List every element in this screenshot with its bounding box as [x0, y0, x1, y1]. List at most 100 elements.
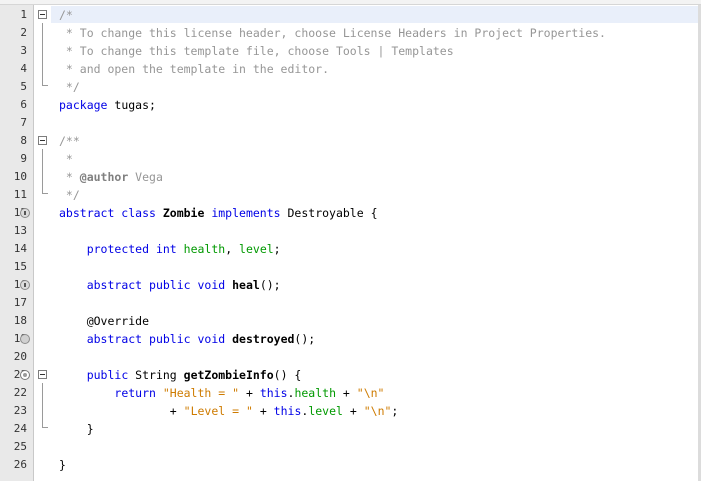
code-line[interactable]: 22 return "Health = " + this.health + "\… — [0, 384, 701, 402]
line-number[interactable]: 5 — [0, 78, 27, 96]
code-token: ; — [273, 242, 281, 256]
code-line[interactable]: 19 abstract public void destroyed(); — [0, 330, 701, 348]
code-token: Vega — [128, 170, 163, 184]
fold-guide — [42, 23, 43, 85]
line-number[interactable]: 6 — [0, 96, 27, 114]
code-token: Destroyable { — [287, 206, 378, 220]
code-line[interactable]: 10 * @author Vega — [0, 168, 701, 186]
code-token: level — [308, 404, 343, 418]
code-token: + — [239, 386, 260, 400]
code-text: * @author Vega — [59, 168, 163, 186]
code-line[interactable]: 17 — [0, 294, 701, 312]
code-token: level — [239, 242, 274, 256]
implements-icon[interactable] — [20, 280, 30, 290]
code-line[interactable]: 14 protected int health, level; — [0, 240, 701, 258]
code-line[interactable]: 16 abstract public void heal(); — [0, 276, 701, 294]
line-number[interactable]: 10 — [0, 168, 27, 186]
code-line[interactable]: 6 package tugas; — [0, 96, 701, 114]
code-token: + — [252, 404, 274, 418]
code-line[interactable]: 23 + "Level = " + this.level + "\n"; — [0, 402, 701, 420]
line-number[interactable]: 23 — [0, 402, 27, 420]
code-token: } — [59, 458, 66, 472]
code-line[interactable]: 11 */ — [0, 186, 701, 204]
code-line[interactable]: 1 /* — [0, 6, 701, 24]
code-line[interactable]: 25 — [0, 438, 701, 456]
code-token: @Override — [59, 314, 150, 328]
override-icon[interactable] — [20, 370, 30, 380]
code-token: * and open the template in the editor. — [59, 62, 330, 76]
code-line[interactable]: 13 — [0, 222, 701, 240]
line-number[interactable]: 18 — [0, 312, 27, 330]
line-number[interactable]: 8 — [0, 132, 27, 150]
line-number[interactable]: 17 — [0, 294, 27, 312]
code-line[interactable]: 26} — [0, 456, 701, 474]
line-number[interactable]: 15 — [0, 258, 27, 276]
code-text: * — [59, 150, 73, 168]
code-token: this — [273, 404, 302, 418]
code-token: String — [135, 368, 184, 382]
editor-top-strip — [0, 0, 701, 5]
line-number[interactable]: 11 — [0, 186, 27, 204]
override-icon[interactable] — [20, 334, 30, 344]
line-number[interactable]: 2 — [0, 24, 27, 42]
code-line[interactable]: 20 — [0, 348, 701, 366]
code-line[interactable]: 7 — [0, 114, 701, 132]
code-text: package tugas; — [59, 96, 156, 114]
code-text: */ — [59, 186, 80, 204]
code-token: heal — [232, 278, 260, 292]
code-token: (); — [294, 332, 316, 346]
code-line[interactable]: 3 * To change this template file, choose… — [0, 42, 701, 60]
code-text: /** — [59, 132, 80, 150]
line-number[interactable]: 24 — [0, 420, 27, 438]
code-text: } — [59, 456, 66, 474]
line-number[interactable]: 20 — [0, 348, 27, 366]
code-token: ; — [391, 404, 399, 418]
line-number[interactable]: 13 — [0, 222, 27, 240]
code-token: (); — [259, 278, 281, 292]
line-number[interactable]: 9 — [0, 150, 27, 168]
code-text: */ — [59, 78, 80, 96]
code-text: return "Health = " + this.health + "\n" — [59, 384, 384, 402]
code-token: getZombieInfo — [183, 368, 274, 382]
line-number[interactable]: 22 — [0, 384, 27, 402]
code-token: * To change this license header, choose … — [59, 26, 606, 40]
code-token: health — [183, 242, 226, 256]
code-line[interactable]: 4 * and open the template in the editor. — [0, 60, 701, 78]
code-editor[interactable]: 1 /* 2 * To change this license header, ch… — [0, 0, 701, 481]
code-line[interactable]: 15 — [0, 258, 701, 276]
line-number[interactable]: 4 — [0, 60, 27, 78]
code-token: , — [225, 242, 240, 256]
implements-icon[interactable] — [20, 208, 30, 218]
line-number[interactable]: 1 — [0, 6, 27, 24]
code-line[interactable]: 5 */ — [0, 78, 701, 96]
code-token: implements — [204, 206, 288, 220]
line-number[interactable]: 3 — [0, 42, 27, 60]
code-line[interactable]: 18 @Override — [0, 312, 701, 330]
code-token: * To change this template file, choose T… — [59, 44, 454, 58]
line-number[interactable]: 26 — [0, 456, 27, 474]
line-number[interactable]: 7 — [0, 114, 27, 132]
code-token: + — [342, 404, 364, 418]
fold-toggle-icon[interactable] — [38, 136, 47, 145]
fold-toggle-icon[interactable] — [38, 370, 47, 379]
line-number[interactable]: 14 — [0, 240, 27, 258]
fold-guide-end — [42, 427, 48, 428]
code-token: abstract class — [59, 206, 163, 220]
fold-toggle-icon[interactable] — [38, 10, 47, 19]
code-line[interactable]: 2 * To change this license header, choos… — [0, 24, 701, 42]
code-token: health — [294, 386, 336, 400]
code-text: abstract class Zombie implements Destroy… — [59, 204, 378, 222]
code-line[interactable]: 8 /** — [0, 132, 701, 150]
fold-guide-end — [42, 85, 48, 86]
code-token: "Level = " — [183, 404, 253, 418]
line-number[interactable]: 25 — [0, 438, 27, 456]
code-line[interactable]: 21 public String getZombieInfo() { — [0, 366, 701, 384]
code-token: + — [336, 386, 357, 400]
code-token: "Health = " — [162, 386, 240, 400]
code-line[interactable]: 12abstract class Zombie implements Destr… — [0, 204, 701, 222]
code-line[interactable]: 9 * — [0, 150, 701, 168]
code-line[interactable]: 24 } — [0, 420, 701, 438]
